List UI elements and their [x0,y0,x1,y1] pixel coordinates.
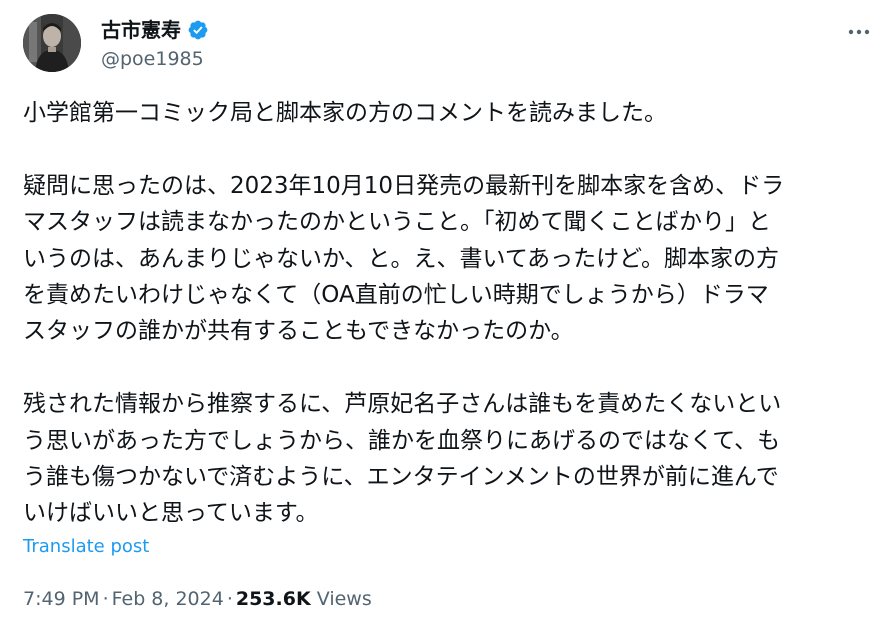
post-time[interactable]: 7:49 PM [23,588,100,610]
post-paragraph: 疑問に思ったのは、2023年10月10日発売の最新刊を脚本家を含め、ドラ マスタ… [23,168,885,350]
post-line: スタッフの誰かが共有することもできなかったのか。 [23,318,574,345]
translate-post-link[interactable]: Translate post [23,535,149,559]
meta-separator: · [102,588,109,610]
views-label: Views [316,588,372,610]
profile-photo [23,14,81,72]
post-paragraph: 小学館第一コミック局と脚本家の方のコメントを読みました。 [23,95,885,131]
more-options-button[interactable] [842,18,876,46]
more-options-icon [848,29,870,35]
meta-separator: · [226,588,233,610]
post-line: を責めたいわけじゃなくて（OA直前の忙しい時期でしょうから）ドラマ [23,282,769,309]
post-line: う思いがあった方でしょうから、誰かを血祭りにあげるのではなくて、も [23,427,781,454]
post-line: 疑問に思ったのは、2023年10月10日発売の最新刊を脚本家を含め、ドラ [23,172,785,199]
author-handle[interactable]: @poe1985 [101,46,204,72]
author-display-name[interactable]: 古市憲寿 [101,16,181,44]
post-line: いけばいいと思っています。 [23,500,319,527]
post-card: 古市憲寿 @poe1985 小学館第一コミック局と脚本家の方のコメントを読みまし… [0,0,894,638]
avatar[interactable] [23,14,81,72]
post-line: マスタッフは読まなかったのかということ。「初めて聞くことばかり」と [23,209,771,236]
post-text: 小学館第一コミック局と脚本家の方のコメントを読みました。 疑問に思ったのは、20… [23,95,885,532]
post-line: 小学館第一コミック局と脚本家の方のコメントを読みました。 [23,100,667,126]
post-date[interactable]: Feb 8, 2024 [112,588,224,610]
post-line: う誰も傷つかないで済むように、エンタテインメントの世界が前に進んで [23,464,779,491]
views-count: 253.6K [235,588,311,610]
author-name-row: 古市憲寿 [101,16,209,44]
post-meta: 7:49 PM · Feb 8, 2024 · 253.6K Views [23,586,372,612]
post-paragraph: 残された情報から推察するに、芦原妃名子さんは誰もを責めたくないとい う思いがあっ… [23,386,885,532]
post-line: いうのは、あんまりじゃないか、と。え、書いてあったけど。脚本家の方 [23,245,780,272]
post-line: 残された情報から推察するに、芦原妃名子さんは誰もを責めたくないとい [23,391,782,418]
verified-badge-icon[interactable] [187,19,209,41]
